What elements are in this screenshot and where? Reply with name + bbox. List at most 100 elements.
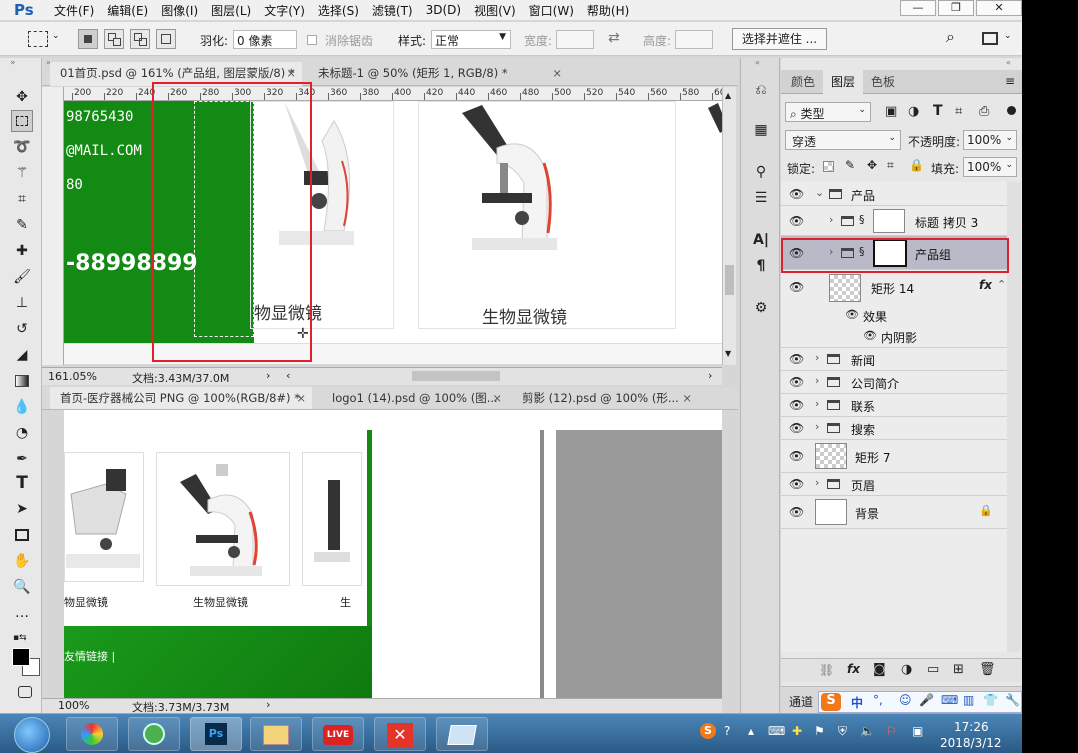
skin-icon[interactable]: ▥ — [963, 693, 974, 707]
brush-settings-icon[interactable]: ☰ — [751, 188, 771, 208]
menu-image[interactable]: 图像(I) — [157, 2, 207, 19]
gradient-tool-icon[interactable] — [11, 370, 33, 392]
chevron-right-icon[interactable]: › — [815, 374, 819, 387]
layer-mask-thumbnail[interactable] — [873, 209, 905, 233]
taskbar-explorer[interactable] — [250, 717, 302, 751]
shield-icon[interactable]: ⛨ — [838, 724, 847, 739]
minimize-button[interactable]: — — [900, 0, 936, 16]
layer-row[interactable]: 👁 矩形 14 fx ⌃ — [781, 270, 1008, 306]
visibility-eye-icon[interactable]: 👁 — [789, 187, 804, 201]
search-icon[interactable]: ⌕ — [946, 27, 955, 47]
default-colors-icon[interactable]: ▪⇆ — [13, 633, 27, 643]
collapse-icon[interactable]: » — [10, 58, 16, 68]
layer-row[interactable]: 👁 › 搜索 — [781, 417, 1008, 440]
volume-icon[interactable]: 🔈 — [860, 724, 875, 738]
visibility-eye-icon[interactable]: 👁 — [789, 421, 804, 435]
layer-row[interactable]: 👁 ⌄ 产品 — [781, 182, 1008, 206]
zoom-level[interactable]: 161.05% — [48, 370, 97, 383]
opacity-input[interactable]: 100% ⌄ — [963, 130, 1017, 150]
lock-pixels-icon[interactable]: ✎ — [845, 158, 855, 172]
close-icon[interactable]: × — [552, 62, 562, 84]
chevron-right-icon[interactable]: › — [708, 369, 712, 382]
chevron-right-icon[interactable]: › — [815, 420, 819, 433]
adjustments-panel-icon[interactable]: ⚲ — [751, 162, 771, 182]
layer-row[interactable]: 👁 › 联系 — [781, 394, 1008, 417]
restore-button[interactable]: ❐ — [938, 0, 974, 16]
eraser-tool-icon[interactable]: ◢ — [11, 344, 33, 366]
chevron-up-icon[interactable]: ▴ — [748, 724, 754, 738]
layer-row[interactable]: 👁 背景 🔒 — [781, 496, 1008, 529]
menu-file[interactable]: 文件(F) — [50, 2, 103, 19]
close-icon[interactable]: × — [296, 387, 306, 409]
menu-3d[interactable]: 3D(D) — [422, 3, 470, 17]
history-brush-tool-icon[interactable]: ↺ — [11, 318, 33, 340]
marquee-tool-icon[interactable] — [11, 110, 33, 132]
visibility-eye-icon[interactable]: 👁 — [789, 280, 804, 294]
tray-app-icon[interactable]: ✚ — [792, 724, 802, 738]
chevron-up-icon[interactable]: ⌃ — [997, 278, 1006, 291]
foreground-color-swatch[interactable] — [12, 648, 30, 666]
swap-icon[interactable]: ⇄ — [608, 30, 620, 46]
tab-document-5[interactable]: 剪影 (12).psd @ 100% (形... × — [512, 387, 698, 409]
move-tool-icon[interactable]: ✥ — [11, 86, 33, 108]
style-select[interactable]: 正常 ▼ — [431, 30, 511, 49]
height-input[interactable] — [675, 30, 713, 49]
zoom-tool-icon[interactable]: 🔍 — [11, 576, 33, 598]
add-to-selection-button[interactable] — [104, 29, 124, 49]
new-adjustment-icon[interactable]: ◑ — [901, 662, 912, 677]
pen-tool-icon[interactable]: ✒ — [11, 448, 33, 470]
taskbar-app-x[interactable]: ✕ — [374, 717, 426, 751]
scroll-thumb[interactable] — [725, 265, 734, 295]
visibility-eye-icon[interactable]: 👁 — [789, 398, 804, 412]
visibility-eye-icon[interactable]: 👁 — [845, 308, 859, 321]
visibility-eye-icon[interactable]: 👁 — [789, 352, 804, 366]
tray-app-icon[interactable]: ▣ — [912, 724, 923, 738]
add-style-icon[interactable]: fx — [847, 662, 860, 676]
add-mask-icon[interactable]: ◙ — [873, 662, 886, 677]
chevron-right-icon[interactable]: › — [815, 476, 819, 489]
chevron-down-icon[interactable]: ⌄ — [815, 186, 824, 199]
network-icon[interactable]: ⚐ — [886, 724, 897, 738]
crop-tool-icon[interactable]: ⌗ — [11, 188, 33, 210]
chevron-down-icon[interactable]: ▼ — [725, 349, 731, 358]
visibility-eye-icon[interactable]: 👁 — [863, 329, 877, 342]
chevron-right-icon[interactable]: › — [815, 351, 819, 364]
layer-row[interactable]: 👁 › § 标题 拷贝 3 — [781, 206, 1008, 236]
taskbar-live[interactable]: LIVE — [312, 717, 364, 751]
subtract-from-selection-button[interactable] — [130, 29, 150, 49]
keyboard-tray-icon[interactable]: ⌨ — [768, 724, 785, 738]
tab-color[interactable]: 颜色 — [783, 70, 823, 94]
sogou-tray-icon[interactable]: S — [700, 723, 716, 739]
horizontal-scroll-thumb[interactable] — [412, 371, 500, 381]
dodge-tool-icon[interactable]: ◔ — [11, 422, 33, 444]
keyboard-icon[interactable]: ⌨ — [941, 693, 958, 707]
chevron-right-icon[interactable]: › — [266, 369, 270, 382]
menu-type[interactable]: 文字(Y) — [260, 2, 314, 19]
character-panel-icon[interactable]: A| — [751, 230, 771, 250]
blend-mode-select[interactable]: 穿透 ⌄ — [785, 130, 901, 150]
panel-menu-icon[interactable]: ≡ — [1005, 74, 1015, 88]
zoom-level[interactable]: 100% — [58, 699, 89, 712]
lock-position-icon[interactable]: ✥ — [867, 158, 877, 172]
taskbar-browser[interactable] — [128, 717, 180, 751]
magic-wand-tool-icon[interactable]: ⚚ — [11, 162, 33, 184]
visibility-eye-icon[interactable]: 👁 — [789, 375, 804, 389]
layer-row[interactable]: 👁 › 页眉 — [781, 473, 1008, 496]
brush-tool-icon[interactable]: 🖌 — [11, 266, 33, 288]
ime-mode[interactable]: 中 — [851, 694, 863, 711]
layer-row[interactable]: 👁 矩形 7 — [781, 440, 1008, 473]
smart-object-filter-icon[interactable]: ⎙ — [979, 104, 989, 119]
healing-brush-tool-icon[interactable]: ✚ — [11, 240, 33, 262]
chevron-up-icon[interactable]: ▲ — [725, 91, 731, 100]
new-layer-icon[interactable]: ⊞ — [953, 662, 964, 677]
paragraph-panel-icon[interactable]: ¶ — [751, 256, 771, 276]
marquee-tool-preset-icon[interactable] — [28, 31, 48, 47]
close-icon[interactable]: × — [286, 62, 296, 84]
new-group-icon[interactable]: ▭ — [927, 662, 939, 677]
stamp-tool-icon[interactable]: ⊥ — [11, 292, 33, 314]
chevron-right-icon[interactable]: › — [266, 698, 270, 711]
path-selection-tool-icon[interactable]: ➤ — [11, 498, 33, 520]
lock-all-icon[interactable]: 🔒 — [909, 158, 924, 172]
link-layers-icon[interactable]: ⛓ — [819, 663, 834, 677]
filter-toggle-icon[interactable] — [1007, 106, 1016, 115]
